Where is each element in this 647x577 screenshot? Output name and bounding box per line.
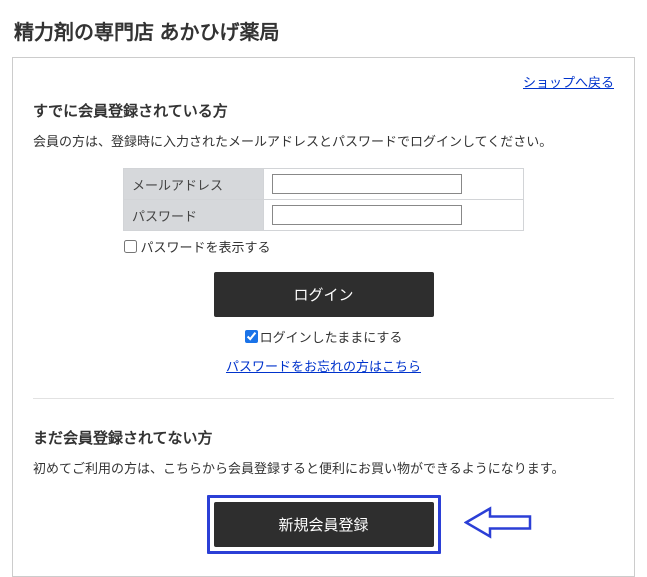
- email-input-cell: [264, 169, 524, 200]
- register-button-row: 新規会員登録: [33, 495, 614, 554]
- password-label: パスワード: [124, 200, 264, 231]
- password-input[interactable]: [272, 205, 462, 225]
- password-row: パスワード: [124, 200, 524, 231]
- login-heading: すでに会員登録されている方: [33, 100, 614, 121]
- email-input[interactable]: [272, 174, 462, 194]
- forgot-password-link[interactable]: パスワードをお忘れの方はこちら: [226, 359, 421, 374]
- keep-login-label: ログインしたままにする: [260, 327, 403, 346]
- login-button[interactable]: ログイン: [214, 272, 434, 317]
- register-description: 初めてご利用の方は、こちらから会員登録すると便利にお買い物ができるようになります…: [33, 458, 614, 477]
- login-form-table: メールアドレス パスワード: [123, 168, 524, 231]
- password-input-cell: [264, 200, 524, 231]
- show-password-row: パスワードを表示する: [124, 237, 524, 256]
- back-to-shop-link[interactable]: ショップへ戻る: [523, 75, 614, 90]
- arrow-left-icon: [464, 505, 534, 544]
- email-row: メールアドレス: [124, 169, 524, 200]
- login-button-row: ログイン: [33, 272, 614, 317]
- page-title: 精力剤の専門店 あかひげ薬局: [12, 10, 635, 57]
- register-button[interactable]: 新規会員登録: [214, 502, 434, 547]
- login-description: 会員の方は、登録時に入力されたメールアドレスとパスワードでログインしてください。: [33, 131, 614, 150]
- email-label: メールアドレス: [124, 169, 264, 200]
- section-divider: [33, 398, 614, 399]
- forgot-password-row: パスワードをお忘れの方はこちら: [33, 356, 614, 376]
- register-button-highlight: 新規会員登録: [207, 495, 441, 554]
- show-password-label: パスワードを表示する: [141, 237, 271, 256]
- show-password-label-wrap[interactable]: パスワードを表示する: [124, 237, 524, 256]
- keep-login-row: ログインしたままにする: [33, 327, 614, 346]
- back-link-row: ショップへ戻る: [33, 72, 614, 100]
- show-password-checkbox[interactable]: [124, 240, 137, 253]
- login-panel: ショップへ戻る すでに会員登録されている方 会員の方は、登録時に入力されたメール…: [12, 57, 635, 577]
- keep-login-checkbox[interactable]: [245, 330, 258, 343]
- register-heading: まだ会員登録されてない方: [33, 427, 614, 448]
